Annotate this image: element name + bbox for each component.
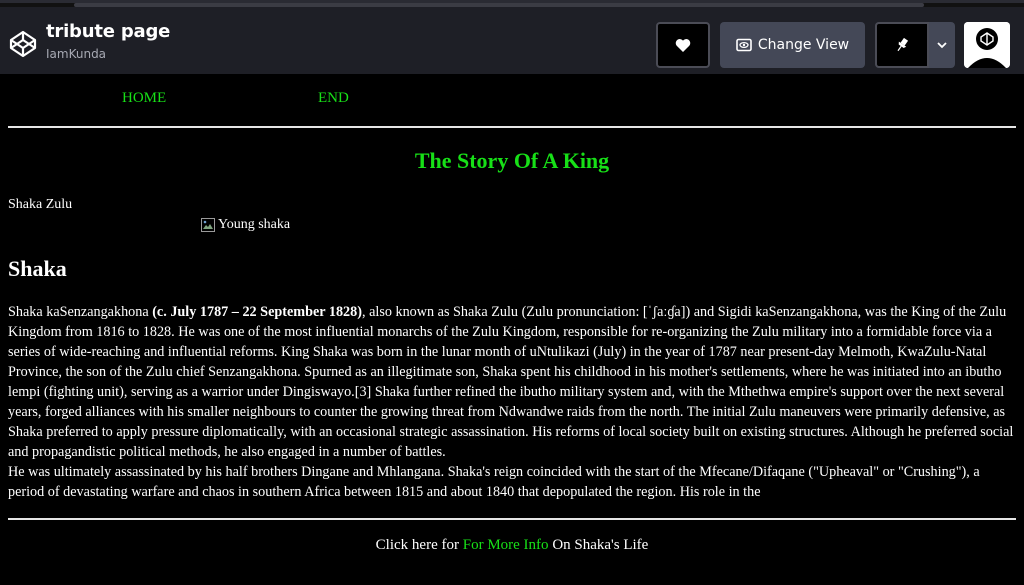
bio-part-2: , also known as Shaka Zulu (Zulu pronunc…	[8, 304, 1014, 460]
bio-part-1: Shaka kaSenzangakhona	[8, 304, 153, 320]
image-caption: Shaka Zulu	[8, 197, 73, 212]
scrollbar-thumb[interactable]	[74, 3, 924, 7]
user-avatar[interactable]	[964, 22, 1010, 68]
section-heading: Shaka	[8, 256, 67, 281]
chevron-down-icon	[937, 42, 947, 49]
nav-end-link[interactable]: END	[318, 90, 349, 107]
divider	[8, 518, 1016, 520]
pin-button[interactable]	[875, 22, 929, 68]
pen-author[interactable]: IamKunda	[46, 47, 106, 61]
like-button[interactable]	[656, 22, 710, 68]
change-view-label: Change View	[757, 37, 850, 53]
bio-part-3: He was ultimately assassinated by his ha…	[8, 464, 980, 500]
nav-bar: HOME END	[0, 90, 1024, 110]
pen-title[interactable]: tribute page	[46, 21, 170, 42]
editor-header: tribute page IamKunda Change View	[0, 0, 1024, 74]
image-alt-text: Young shaka	[218, 217, 291, 232]
page-title: The Story Of A King	[414, 148, 610, 173]
change-view-button[interactable]: Change View	[720, 22, 865, 68]
heart-icon	[675, 38, 691, 52]
nav-home-link[interactable]: HOME	[122, 90, 166, 107]
divider	[8, 126, 1016, 128]
broken-image-icon	[201, 218, 215, 232]
pin-group	[875, 22, 955, 68]
bio-dates: (c. July 1787 – 22 September 1828)	[152, 304, 362, 320]
footer-prefix: Click here for	[375, 537, 463, 553]
footer-suffix: On Shaka's Life	[548, 537, 649, 553]
codepen-logo-icon[interactable]	[8, 29, 38, 59]
pin-icon	[897, 37, 909, 52]
more-info-link[interactable]: For More Info	[463, 537, 549, 553]
top-scrollbar[interactable]	[0, 3, 1024, 7]
footer: Click here for For More Info On Shaka's …	[0, 537, 1024, 554]
biography-text: Shaka kaSenzangakhona (c. July 1787 – 22…	[8, 302, 1018, 502]
tribute-image: Young shaka	[200, 217, 290, 233]
view-icon	[736, 38, 752, 52]
tribute-page: HOME END The Story Of A King Shaka Zulu …	[0, 74, 1024, 585]
pin-dropdown-toggle[interactable]	[929, 22, 955, 68]
avatar-icon	[964, 22, 1010, 68]
